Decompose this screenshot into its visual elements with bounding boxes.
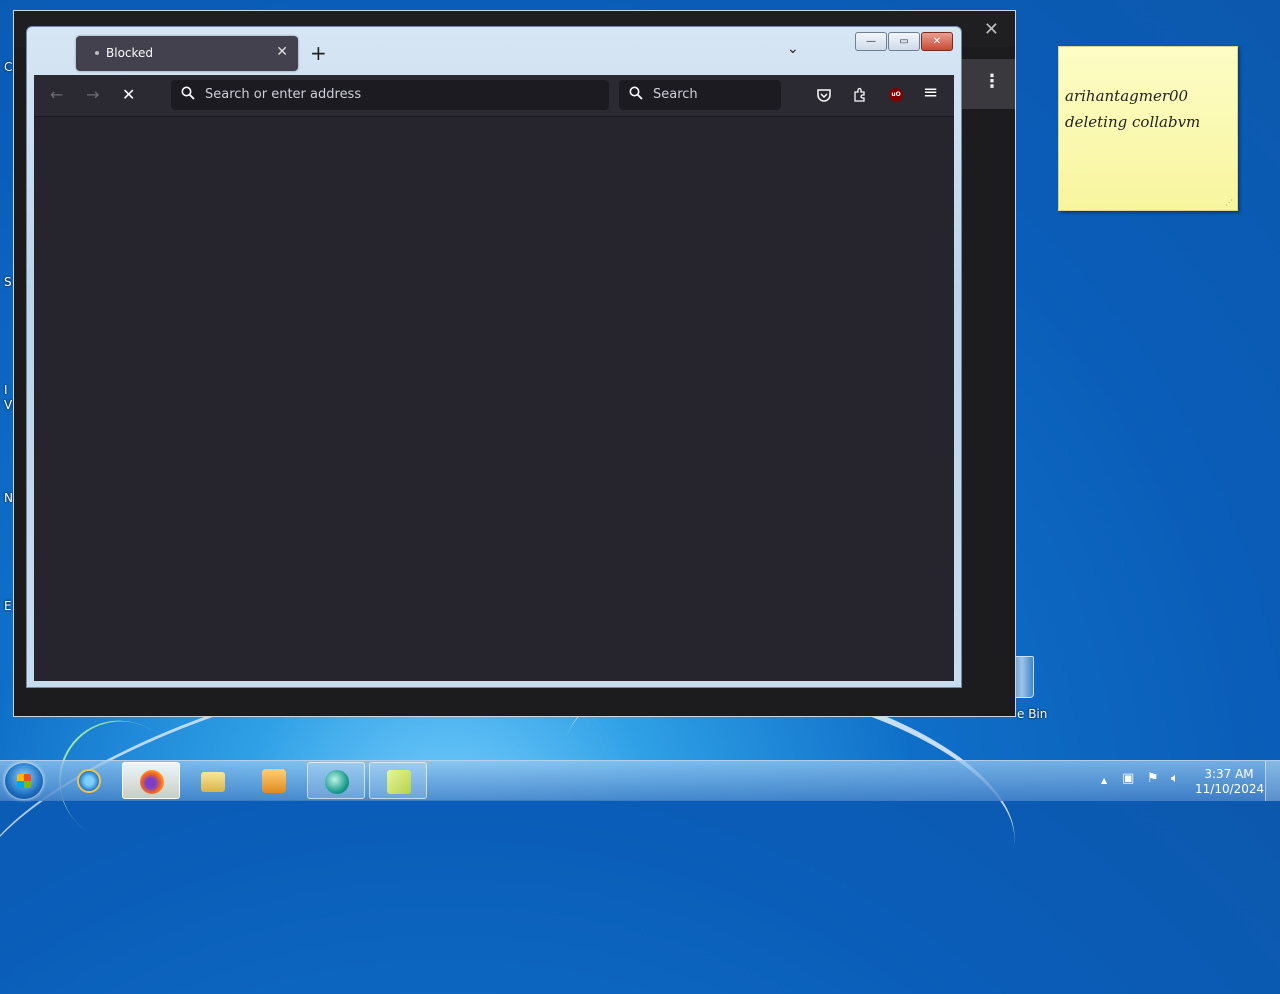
minimize-button[interactable]: — [855,32,887,51]
page-content[interactable] [34,117,954,681]
tab-loading-dot [95,51,99,55]
desktop-icon-label[interactable]: C [4,60,12,74]
search-icon [181,86,195,100]
nav-toolbar: ← → ✕ Search or enter address Search uO … [34,75,954,117]
window-controls: — ▭ ✕ [855,32,953,51]
forward-button[interactable]: → [86,85,99,104]
firefox-window[interactable]: Blocked ✕ + ⌄ — ▭ ✕ ← → ✕ Search or ente… [26,26,962,688]
teal-app-icon [325,770,349,794]
show-desktop-button[interactable] [1265,761,1280,801]
browser-body: ← → ✕ Search or enter address Search uO … [34,75,954,681]
tab-blocked[interactable]: Blocked ✕ [76,36,298,71]
firefox-icon [140,770,164,794]
extensions-icon[interactable] [852,87,868,103]
tab-list-button[interactable]: ⌄ [787,41,799,57]
taskbar: ▲ ▣ ⚑ 🔈︎ 3:37 AM 11/10/2024 [0,760,1280,801]
address-bar-placeholder: Search or enter address [205,87,362,102]
sticky-notes-icon [387,770,411,794]
tab-label: Blocked [106,46,154,60]
folder-icon [201,772,225,792]
menu-icon[interactable]: ≡ [923,82,938,103]
start-button[interactable] [5,763,43,799]
taskbar-teal-app[interactable] [307,762,365,799]
ublock-origin-icon[interactable]: uO [889,88,903,102]
network-icon[interactable]: ▣ [1122,771,1134,786]
search-bar[interactable]: Search [619,80,781,110]
desktop-icon-label[interactable]: E [4,599,12,613]
sticky-note[interactable]: arihantagmer00 deleting collabvm ⋰ [1058,46,1238,211]
close-button[interactable]: ✕ [921,32,953,51]
windows-logo-icon [17,774,31,788]
sticky-note-line: deleting collabvm [1065,113,1201,131]
sticky-note-line: arihantagmer00 [1065,87,1189,105]
resize-grip-icon[interactable]: ⋰ [1225,198,1233,207]
taskbar-firefox[interactable] [122,762,180,799]
internet-explorer-icon [77,769,101,793]
desktop-icon-label[interactable]: S [4,275,12,289]
clock-time: 3:37 AM [1204,767,1254,781]
search-icon [629,86,643,100]
desktop-icon-label[interactable]: I [4,383,8,397]
clock-date: 11/10/2024 [1195,782,1265,796]
sticky-note-text[interactable]: arihantagmer00 deleting collabvm [1065,83,1200,135]
taskbar-internet-explorer[interactable] [60,762,118,799]
taskbar-sticky-notes[interactable] [369,762,427,799]
new-tab-button[interactable]: + [310,41,327,65]
search-bar-placeholder: Search [653,87,698,102]
tray-expand-icon[interactable]: ▲ [1101,776,1107,785]
recycle-bin-label[interactable]: e Bin [1017,707,1047,721]
action-center-flag-icon[interactable]: ⚑ [1147,771,1159,786]
volume-muted-icon[interactable]: 🔈︎ [1171,771,1179,786]
tab-close-button[interactable]: ✕ [276,44,288,60]
background-window-menu-button[interactable]: ⋮ [983,71,1001,92]
desktop-icon-label[interactable]: N [4,491,13,505]
clock[interactable]: 3:37 AM 11/10/2024 [1195,767,1265,797]
address-bar[interactable]: Search or enter address [171,80,609,110]
background-window-close-button[interactable]: ✕ [984,19,999,40]
media-player-icon [262,769,286,793]
maximize-button[interactable]: ▭ [888,32,920,51]
back-button[interactable]: ← [50,85,63,104]
taskbar-media-player[interactable] [245,762,303,799]
taskbar-file-explorer[interactable] [184,762,242,799]
stop-button[interactable]: ✕ [122,85,135,104]
pocket-icon[interactable] [816,87,832,103]
